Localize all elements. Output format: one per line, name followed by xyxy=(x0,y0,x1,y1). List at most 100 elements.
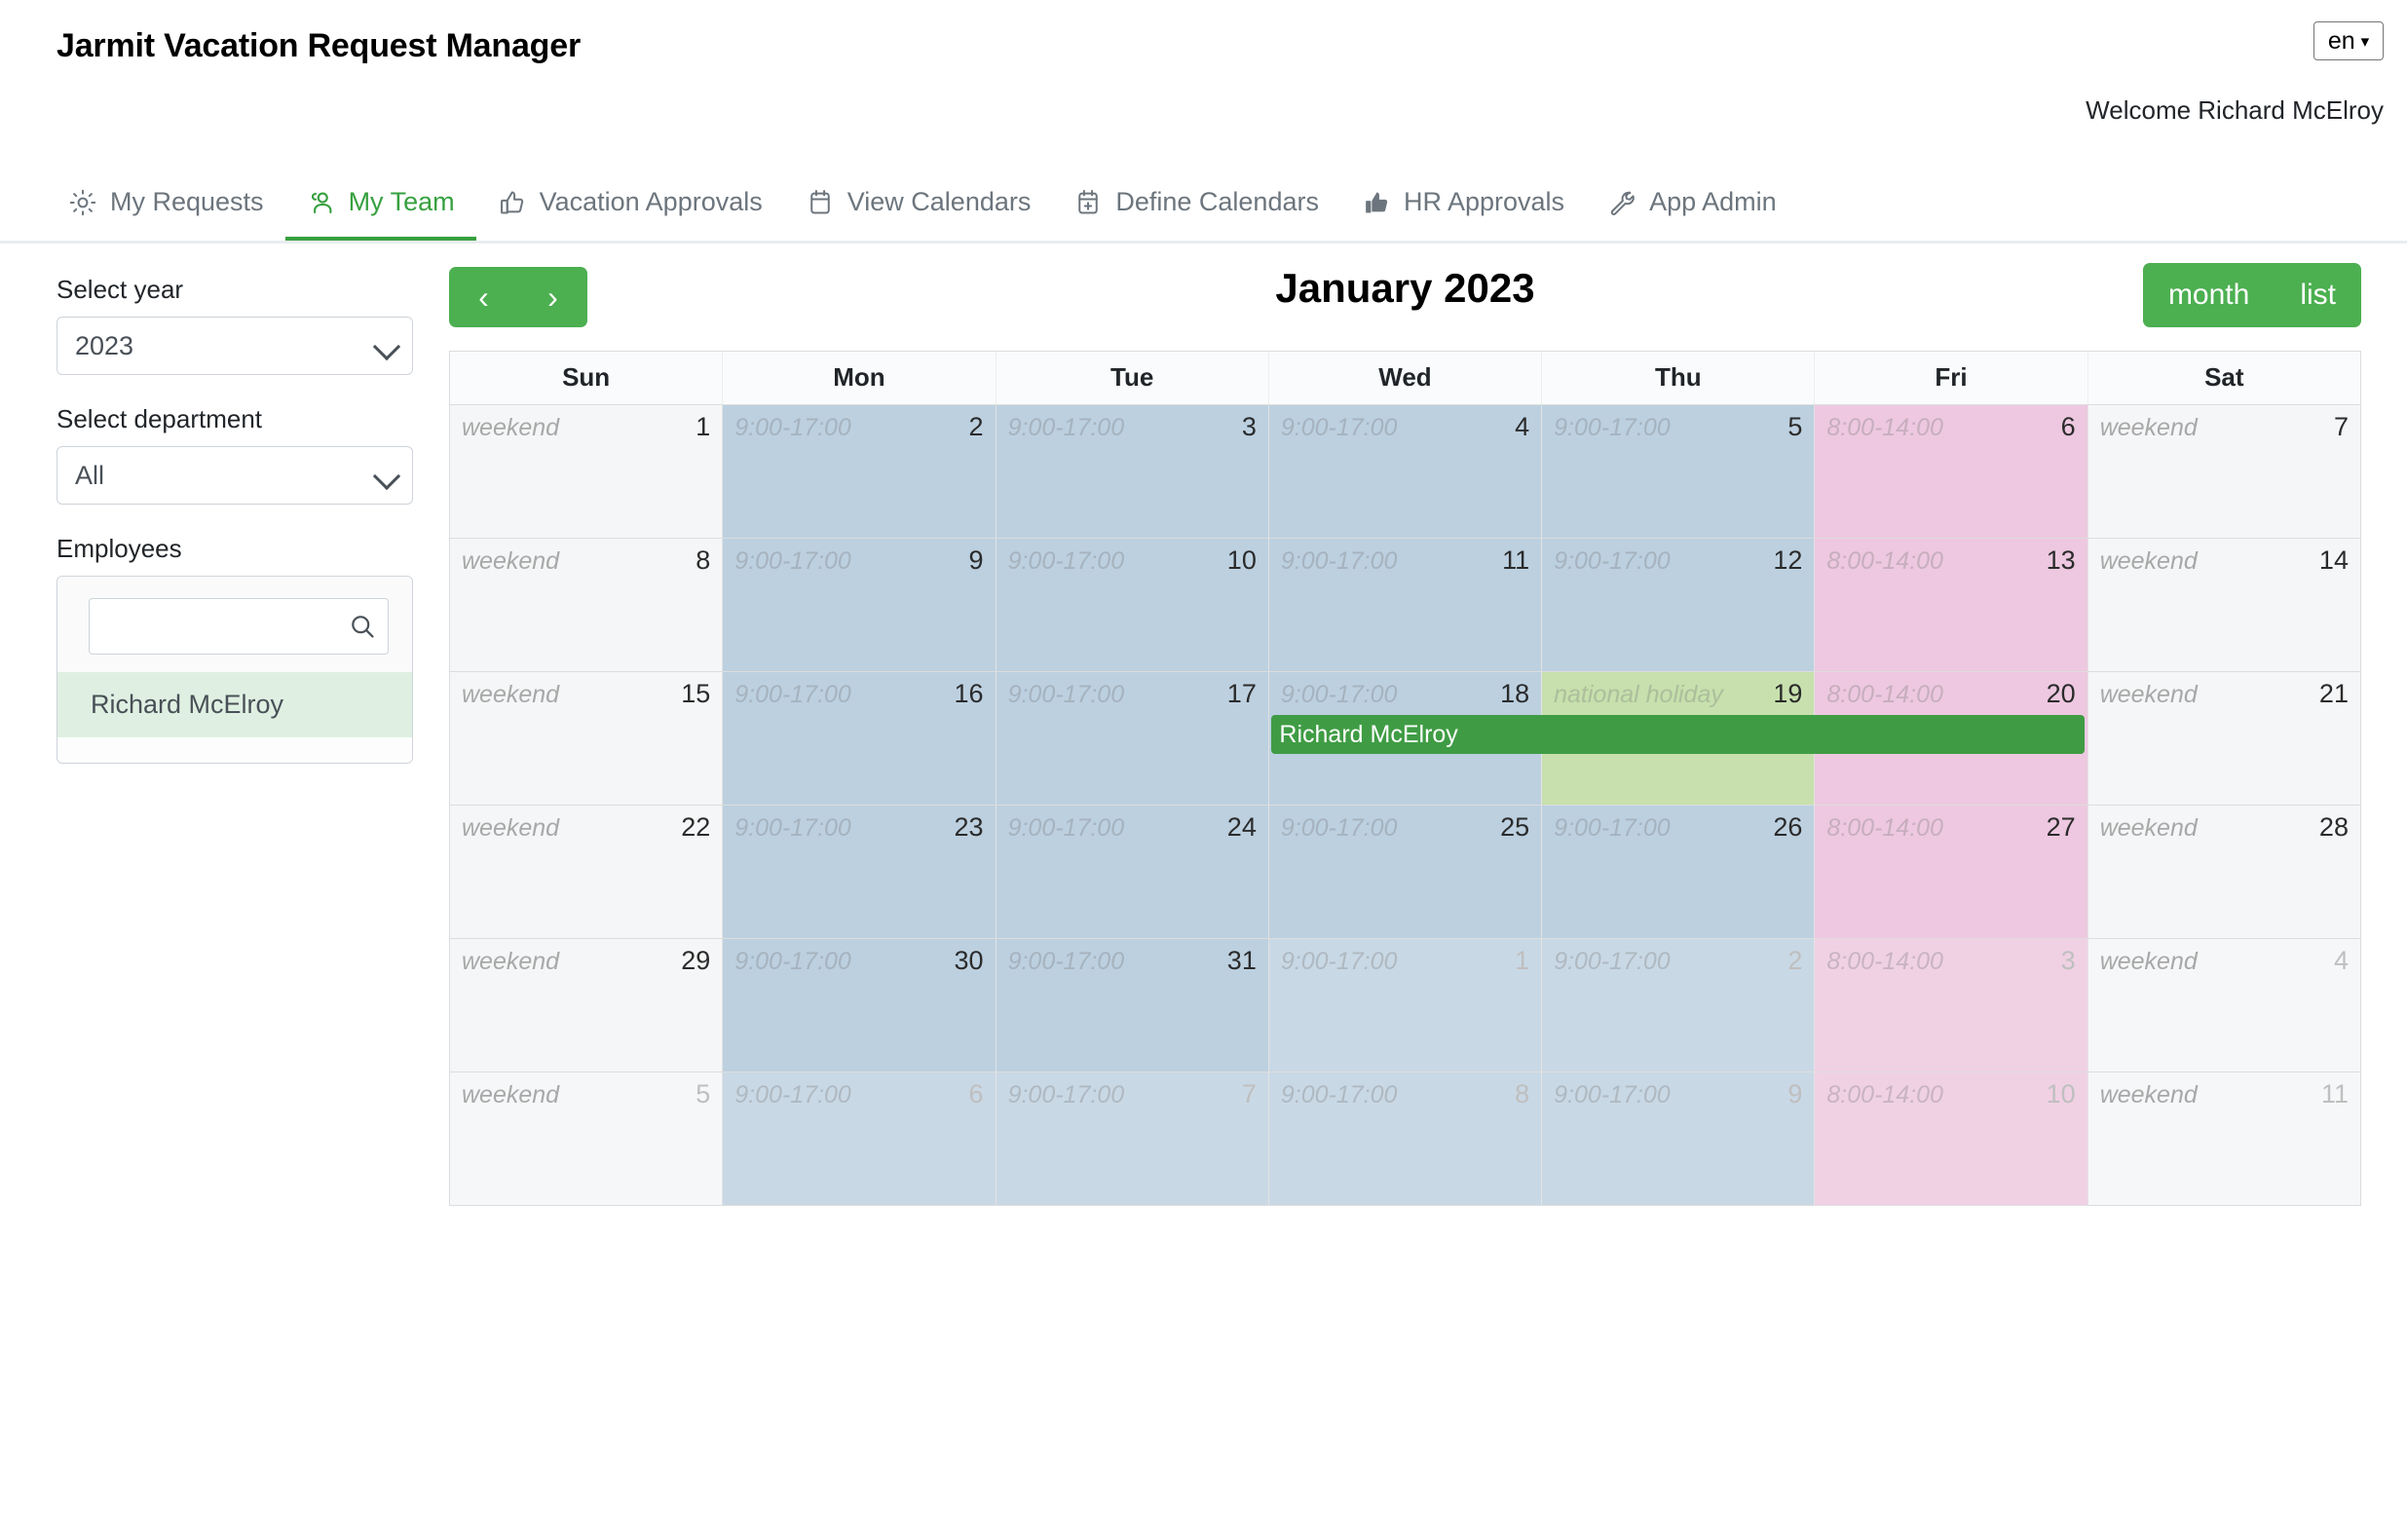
calendar-day-cell[interactable]: 8:00-14:00 10 xyxy=(1814,1072,2087,1205)
calendar-day-cell[interactable]: 9:00-17:00 2 xyxy=(1541,939,1815,1071)
tab-my-requests[interactable]: My Requests xyxy=(47,168,285,241)
day-number[interactable]: 1 xyxy=(696,412,710,442)
language-select[interactable]: en ▾ xyxy=(2313,21,2384,60)
calendar-day-cell[interactable]: 9:00-17:00 7 xyxy=(995,1072,1268,1205)
day-number[interactable]: 25 xyxy=(1500,812,1529,843)
calendar-day-cell[interactable]: weekend 28 xyxy=(2087,806,2360,938)
calendar-title: January 2023 xyxy=(1275,265,1535,311)
day-number[interactable]: 18 xyxy=(1500,679,1529,709)
day-number[interactable]: 15 xyxy=(681,679,710,709)
day-number[interactable]: 2 xyxy=(969,412,984,442)
employee-search[interactable] xyxy=(89,598,389,655)
calendar-day-cell[interactable]: 9:00-17:00 4 xyxy=(1267,405,1542,538)
tab-vacation-approvals[interactable]: Vacation Approvals xyxy=(476,168,784,241)
day-number[interactable]: 20 xyxy=(2047,679,2076,709)
calendar-day-cell[interactable]: 8:00-14:00 3 xyxy=(1814,939,2087,1071)
day-number[interactable]: 10 xyxy=(1227,545,1257,576)
calendar-day-cell[interactable]: 9:00-17:00 11 xyxy=(1267,539,1542,671)
day-number[interactable]: 8 xyxy=(696,545,710,576)
calendar-day-cell[interactable]: 9:00-17:00 10 xyxy=(995,539,1268,671)
calendar-day-cell[interactable]: weekend 14 xyxy=(2087,539,2360,671)
day-number[interactable]: 14 xyxy=(2319,545,2349,576)
tab-my-team[interactable]: My Team xyxy=(284,168,476,241)
calendar-day-cell[interactable]: 8:00-14:00 27 xyxy=(1814,806,2087,938)
day-number[interactable]: 22 xyxy=(681,812,710,843)
day-number[interactable]: 8 xyxy=(1515,1079,1529,1109)
calendar-day-cell[interactable]: weekend 7 xyxy=(2087,405,2360,538)
tab-app-admin[interactable]: App Admin xyxy=(1586,168,1798,241)
day-number[interactable]: 4 xyxy=(1515,412,1529,442)
calendar-day-cell[interactable]: 9:00-17:00 31 xyxy=(995,939,1268,1071)
calendar-day-cell[interactable]: 9:00-17:00 12 xyxy=(1541,539,1815,671)
wrench-icon xyxy=(1607,188,1636,217)
view-button-list[interactable]: list xyxy=(2275,263,2361,327)
day-number[interactable]: 23 xyxy=(955,812,984,843)
tab-view-calendars[interactable]: View Calendars xyxy=(784,168,1053,241)
day-number[interactable]: 11 xyxy=(2321,1079,2349,1109)
day-number[interactable]: 17 xyxy=(1227,679,1257,709)
day-number[interactable]: 3 xyxy=(2061,946,2076,976)
calendar-day-cell[interactable]: 9:00-17:00 16 xyxy=(722,672,996,805)
day-number[interactable]: 7 xyxy=(1242,1079,1257,1109)
calendar-event-bar[interactable]: Richard McElroy xyxy=(1271,715,2085,754)
calendar-day-cell[interactable]: weekend 15 xyxy=(450,672,723,805)
calendar-day-cell[interactable]: weekend 11 xyxy=(2087,1072,2360,1205)
calendar-day-cell[interactable]: weekend 21 xyxy=(2087,672,2360,805)
calendar-day-cell[interactable]: 9:00-17:00 17 xyxy=(995,672,1268,805)
day-number[interactable]: 31 xyxy=(1227,946,1257,976)
day-number[interactable]: 6 xyxy=(2061,412,2076,442)
calendar-day-cell[interactable]: 9:00-17:00 23 xyxy=(722,806,996,938)
employee-list-item[interactable]: Richard McElroy xyxy=(57,672,412,737)
calendar-day-cell[interactable]: weekend 1 xyxy=(450,405,723,538)
employee-search-input[interactable] xyxy=(90,599,388,654)
day-number[interactable]: 5 xyxy=(696,1079,710,1109)
day-number[interactable]: 21 xyxy=(2319,679,2349,709)
calendar-day-cell[interactable]: 8:00-14:00 6 xyxy=(1814,405,2087,538)
day-number[interactable]: 30 xyxy=(955,946,984,976)
calendar-day-cell[interactable]: 9:00-17:00 1 xyxy=(1267,939,1542,1071)
calendar-day-cell[interactable]: 9:00-17:00 8 xyxy=(1267,1072,1542,1205)
day-number[interactable]: 10 xyxy=(2047,1079,2076,1109)
day-number[interactable]: 24 xyxy=(1227,812,1257,843)
calendar-day-cell[interactable]: 9:00-17:00 26 xyxy=(1541,806,1815,938)
calendar-day-cell[interactable]: 9:00-17:00 9 xyxy=(722,539,996,671)
department-select[interactable]: All xyxy=(56,446,413,505)
calendar-day-cell[interactable]: 9:00-17:00 2 xyxy=(722,405,996,538)
calendar-day-cell[interactable]: 9:00-17:00 24 xyxy=(995,806,1268,938)
day-number[interactable]: 9 xyxy=(969,545,984,576)
tab-define-calendars[interactable]: Define Calendars xyxy=(1052,168,1340,241)
view-button-month[interactable]: month xyxy=(2143,263,2275,327)
day-number[interactable]: 16 xyxy=(955,679,984,709)
calendar-day-cell[interactable]: 9:00-17:00 30 xyxy=(722,939,996,1071)
tab-hr-approvals[interactable]: HR Approvals xyxy=(1340,168,1586,241)
calendar-day-cell[interactable]: weekend 22 xyxy=(450,806,723,938)
calendar-day-cell[interactable]: 8:00-14:00 13 xyxy=(1814,539,2087,671)
calendar-day-cell[interactable]: weekend 5 xyxy=(450,1072,723,1205)
day-number[interactable]: 29 xyxy=(681,946,710,976)
day-number[interactable]: 12 xyxy=(1773,545,1802,576)
day-number[interactable]: 26 xyxy=(1773,812,1802,843)
day-number[interactable]: 2 xyxy=(1787,946,1802,976)
calendar-day-cell[interactable]: 9:00-17:00 9 xyxy=(1541,1072,1815,1205)
calendar-day-cell[interactable]: weekend 4 xyxy=(2087,939,2360,1071)
day-number[interactable]: 27 xyxy=(2047,812,2076,843)
calendar-day-cell[interactable]: 9:00-17:00 6 xyxy=(722,1072,996,1205)
search-icon[interactable] xyxy=(349,613,376,640)
day-number[interactable]: 5 xyxy=(1787,412,1802,442)
calendar-day-cell[interactable]: 9:00-17:00 25 xyxy=(1267,806,1542,938)
calendar-day-cell[interactable]: weekend 8 xyxy=(450,539,723,671)
calendar-day-cell[interactable]: 9:00-17:00 5 xyxy=(1541,405,1815,538)
calendar-day-cell[interactable]: weekend 29 xyxy=(450,939,723,1071)
day-number[interactable]: 6 xyxy=(969,1079,984,1109)
day-number[interactable]: 28 xyxy=(2319,812,2349,843)
day-number[interactable]: 1 xyxy=(1515,946,1529,976)
day-number[interactable]: 7 xyxy=(2334,412,2349,442)
year-select[interactable]: 2023 xyxy=(56,317,413,375)
day-number[interactable]: 3 xyxy=(1242,412,1257,442)
day-number[interactable]: 13 xyxy=(2047,545,2076,576)
day-number[interactable]: 9 xyxy=(1787,1079,1802,1109)
day-number[interactable]: 11 xyxy=(1502,545,1529,576)
day-number[interactable]: 19 xyxy=(1773,679,1802,709)
day-number[interactable]: 4 xyxy=(2334,946,2349,976)
calendar-day-cell[interactable]: 9:00-17:00 3 xyxy=(995,405,1268,538)
